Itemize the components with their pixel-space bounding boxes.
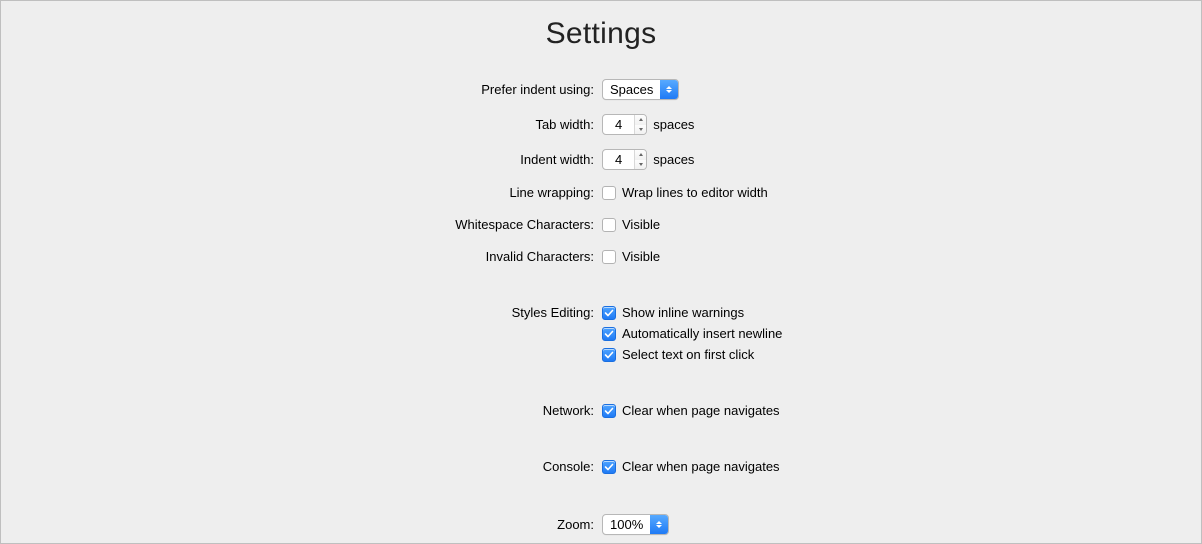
styles-auto-newline-checkbox[interactable]: Automatically insert newline xyxy=(602,325,782,343)
settings-form: Prefer indent using: Spaces Tab width: 4… xyxy=(1,79,1201,535)
indent-width-suffix: spaces xyxy=(653,151,694,169)
label-styles-editing: Styles Editing: xyxy=(1,304,602,322)
whitespace-checkbox[interactable]: Visible xyxy=(602,216,660,234)
console-clear-checkbox[interactable]: Clear when page navigates xyxy=(602,458,780,476)
console-clear-text: Clear when page navigates xyxy=(622,458,780,476)
invalid-text: Visible xyxy=(622,248,660,266)
stepper-up-icon[interactable] xyxy=(635,150,646,160)
indent-width-value: 4 xyxy=(603,150,634,169)
label-console: Console: xyxy=(1,458,602,476)
tab-width-stepper[interactable]: 4 xyxy=(602,114,647,135)
label-zoom: Zoom: xyxy=(1,516,602,534)
network-clear-checkbox[interactable]: Clear when page navigates xyxy=(602,402,780,420)
invalid-checkbox[interactable]: Visible xyxy=(602,248,660,266)
indent-using-select[interactable]: Spaces xyxy=(602,79,679,100)
label-network: Network: xyxy=(1,402,602,420)
label-line-wrapping: Line wrapping: xyxy=(1,184,602,202)
zoom-value: 100% xyxy=(603,515,650,534)
label-whitespace: Whitespace Characters: xyxy=(1,216,602,234)
network-clear-text: Clear when page navigates xyxy=(622,402,780,420)
styles-inline-warnings-text: Show inline warnings xyxy=(622,304,744,322)
label-indent-using: Prefer indent using: xyxy=(1,81,602,99)
page-title: Settings xyxy=(1,17,1201,51)
stepper-down-icon[interactable] xyxy=(635,160,646,170)
indent-width-stepper[interactable]: 4 xyxy=(602,149,647,170)
styles-select-first-click-checkbox[interactable]: Select text on first click xyxy=(602,346,754,364)
chevron-up-down-icon xyxy=(650,515,668,534)
stepper-up-icon[interactable] xyxy=(635,115,646,125)
tab-width-suffix: spaces xyxy=(653,116,694,134)
stepper-down-icon[interactable] xyxy=(635,125,646,135)
styles-inline-warnings-checkbox[interactable]: Show inline warnings xyxy=(602,304,744,322)
chevron-up-down-icon xyxy=(660,80,678,99)
line-wrapping-checkbox[interactable]: Wrap lines to editor width xyxy=(602,184,768,202)
styles-auto-newline-text: Automatically insert newline xyxy=(622,325,782,343)
zoom-select[interactable]: 100% xyxy=(602,514,669,535)
label-tab-width: Tab width: xyxy=(1,116,602,134)
indent-using-value: Spaces xyxy=(603,80,660,99)
label-invalid: Invalid Characters: xyxy=(1,248,602,266)
label-indent-width: Indent width: xyxy=(1,151,602,169)
styles-select-first-click-text: Select text on first click xyxy=(622,346,754,364)
whitespace-text: Visible xyxy=(622,216,660,234)
tab-width-value: 4 xyxy=(603,115,634,134)
line-wrapping-text: Wrap lines to editor width xyxy=(622,184,768,202)
